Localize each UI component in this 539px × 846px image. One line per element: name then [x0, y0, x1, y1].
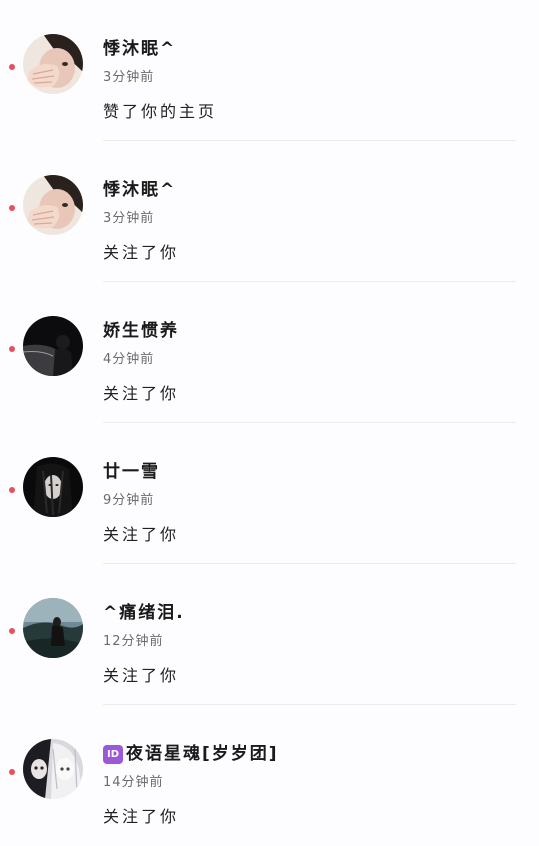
timestamp: 14分钟前 [103, 775, 164, 790]
action-text: 关注了你 [103, 807, 180, 826]
unread-dot [9, 628, 15, 634]
notification-item[interactable]: 悸沐眠^ 3分钟前 赞了你的主页 [0, 0, 539, 141]
unread-dot [9, 346, 15, 352]
action-text: 关注了你 [103, 525, 180, 544]
action-text: 关注了你 [103, 384, 180, 403]
username[interactable]: 娇生惯养 [103, 316, 179, 341]
unread-dot [9, 487, 15, 493]
action-text: 关注了你 [103, 666, 180, 685]
notification-item[interactable]: ^痛绪泪. 12分钟前 关注了你 [0, 564, 539, 705]
avatar[interactable] [23, 34, 83, 94]
username[interactable]: 悸沐眠^ [103, 34, 176, 59]
girl-hand-photo-icon [23, 34, 83, 94]
timestamp: 4分钟前 [103, 352, 155, 367]
username[interactable]: 悸沐眠^ [103, 175, 176, 200]
timestamp: 3分钟前 [103, 70, 155, 85]
username[interactable]: ^痛绪泪. [103, 598, 185, 623]
unread-dot [9, 769, 15, 775]
username-text: 夜语星魂[岁岁团] [126, 744, 279, 764]
notification-item[interactable]: ID 夜语星魂[岁岁团] 14分钟前 关注了你 [0, 705, 539, 846]
avatar[interactable] [23, 739, 83, 799]
notification-item[interactable]: 廿一雪 9分钟前 关注了你 [0, 423, 539, 564]
anime-girl-photo-icon [23, 739, 83, 799]
dark-hair-girl-photo-icon [23, 457, 83, 517]
timestamp: 12分钟前 [103, 634, 164, 649]
unread-dot [9, 205, 15, 211]
avatar[interactable] [23, 598, 83, 658]
timestamp: 9分钟前 [103, 493, 155, 508]
action-text: 关注了你 [103, 243, 180, 262]
action-text: 赞了你的主页 [103, 102, 218, 121]
notification-list: 悸沐眠^ 3分钟前 赞了你的主页 悸沐眠^ 3分钟前 关注了你 娇生惯养 4分钟… [0, 0, 539, 846]
avatar[interactable] [23, 316, 83, 376]
unread-dot [9, 64, 15, 70]
girl-hand-photo-icon [23, 175, 83, 235]
avatar[interactable] [23, 457, 83, 517]
hillside-girl-photo-icon [23, 598, 83, 658]
timestamp: 3分钟前 [103, 211, 155, 226]
username[interactable]: 廿一雪 [103, 457, 160, 482]
username[interactable]: ID 夜语星魂[岁岁团] [103, 739, 279, 764]
avatar[interactable] [23, 175, 83, 235]
notification-item[interactable]: 娇生惯养 4分钟前 关注了你 [0, 282, 539, 423]
notification-item[interactable]: 悸沐眠^ 3分钟前 关注了你 [0, 141, 539, 282]
dark-silhouette-photo-icon [23, 316, 83, 376]
id-badge-icon: ID [103, 745, 123, 764]
